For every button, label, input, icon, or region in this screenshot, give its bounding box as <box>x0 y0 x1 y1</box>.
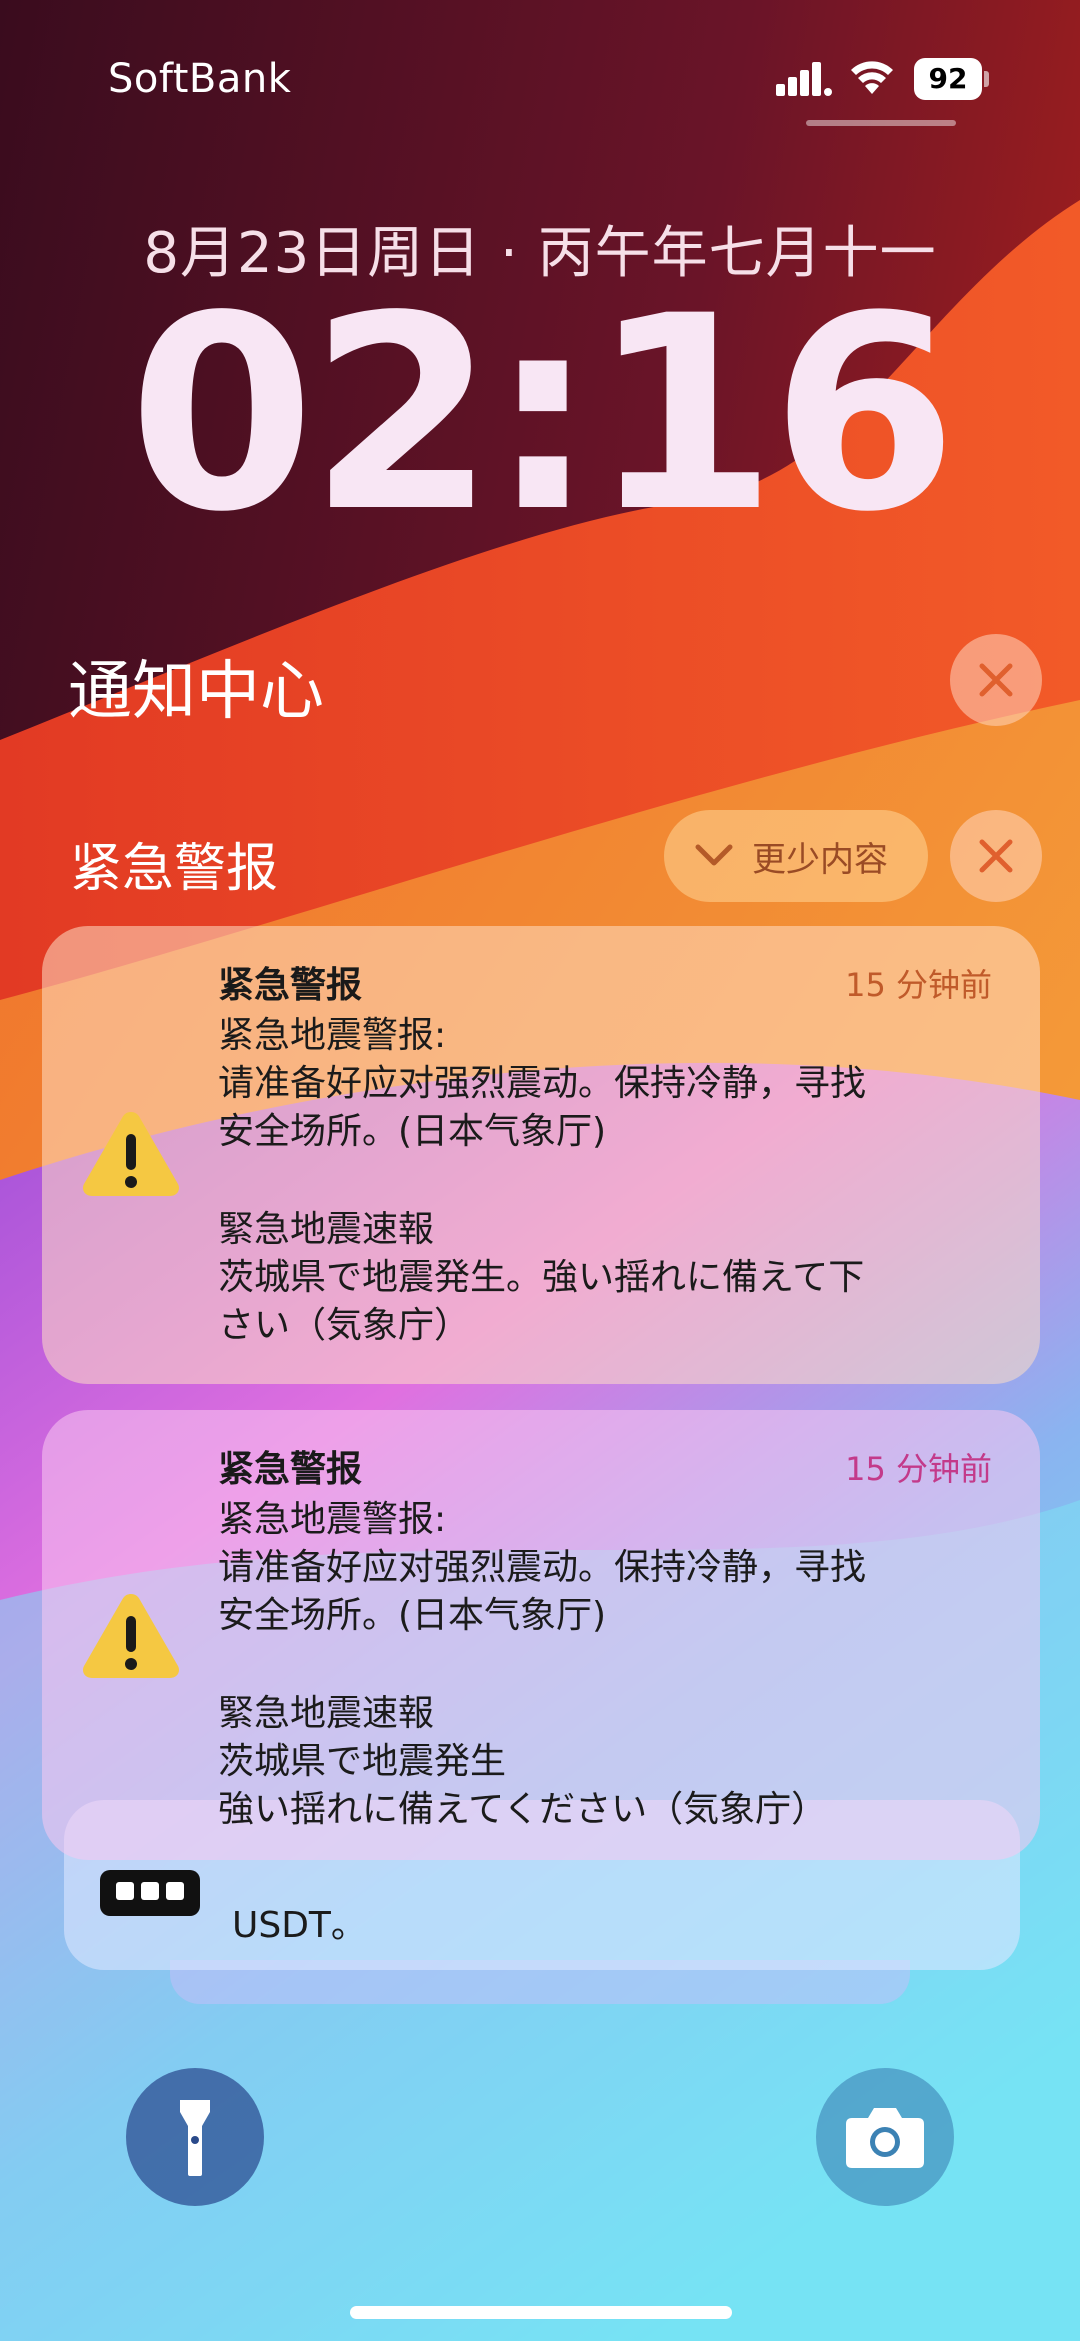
battery-percentage: 92 <box>928 62 968 95</box>
group-title: 紧急警报 <box>70 839 279 899</box>
notification-line: 緊急地震速報 <box>218 1209 435 1250</box>
warning-triangle-icon <box>82 1594 180 1678</box>
chevron-down-icon <box>695 844 733 866</box>
notification-line: さい（気象庁） <box>218 1305 471 1346</box>
warning-triangle-icon <box>82 1112 180 1196</box>
notification-app-name: 紧急警报 <box>218 965 363 1006</box>
clear-all-button[interactable] <box>950 634 1042 726</box>
battery-indicator: 92 <box>914 58 990 102</box>
cellular-signal-icon <box>776 62 832 96</box>
app-icon <box>100 1870 200 1916</box>
carrier-label: SoftBank <box>108 56 292 102</box>
close-icon <box>979 839 1013 873</box>
notification-center-title: 通知中心 <box>68 655 324 729</box>
notification-time: 15 分钟前 <box>845 1450 992 1488</box>
flashlight-icon <box>180 2100 210 2176</box>
clear-group-button[interactable] <box>950 810 1042 902</box>
notification-card[interactable]: 紧急警报 15 分钟前 紧急地震警报: 请准备好应对强烈震动。保持冷静，寻找 安… <box>42 1410 1040 1860</box>
notification-time: 15 分钟前 <box>845 966 992 1004</box>
show-less-button[interactable]: 更少内容 <box>664 810 928 902</box>
stacked-notification-text: USDT。 <box>232 1905 367 1946</box>
notification-line: 安全场所。(日本气象厅) <box>218 1595 607 1636</box>
battery-tip <box>984 71 989 87</box>
flashlight-button[interactable] <box>126 2068 264 2206</box>
notification-app-name: 紧急警报 <box>218 1449 363 1490</box>
lock-time: 02:16 <box>128 259 957 571</box>
notification-line: 強い揺れに備えてください（気象庁） <box>218 1789 828 1830</box>
wifi-icon <box>851 61 893 94</box>
notification-line: 紧急地震警报: <box>218 1499 447 1540</box>
notification-card[interactable]: 紧急警报 15 分钟前 紧急地震警报: 请准备好应对强烈震动。保持冷静，寻找 安… <box>42 926 1040 1384</box>
camera-button[interactable] <box>816 2068 954 2206</box>
close-icon <box>979 663 1013 697</box>
notification-line: 緊急地震速報 <box>218 1693 435 1734</box>
notification-line: 安全场所。(日本气象厅) <box>218 1111 607 1152</box>
show-less-label: 更少内容 <box>752 840 888 880</box>
notification-line: 茨城県で地震発生 <box>218 1741 507 1782</box>
camera-icon <box>846 2108 924 2168</box>
status-indicator-bar <box>806 120 956 126</box>
notification-line: 请准备好应对强烈震动。保持冷静，寻找 <box>218 1063 867 1104</box>
notification-line: 紧急地震警报: <box>218 1015 447 1056</box>
home-indicator[interactable] <box>350 2306 732 2319</box>
notification-line: 茨城県で地震発生。強い揺れに備えて下 <box>218 1257 865 1298</box>
notification-line: 请准备好应对强烈震动。保持冷静，寻找 <box>218 1547 867 1588</box>
